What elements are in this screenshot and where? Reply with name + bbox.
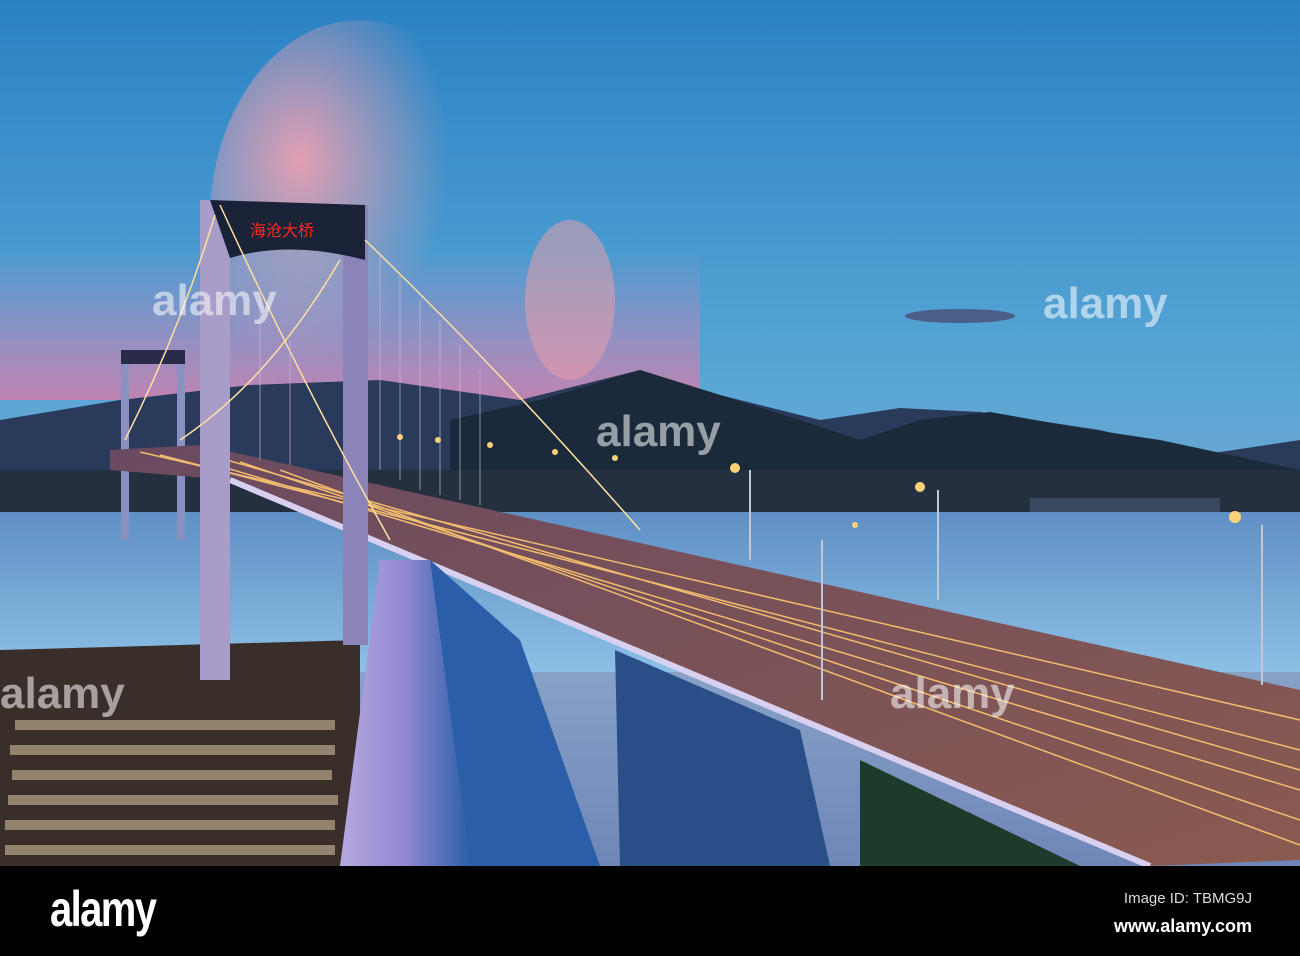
svg-text:alamy: alamy	[1043, 279, 1168, 328]
website-link[interactable]: www.alamy.com	[1114, 916, 1252, 937]
svg-text:alamy: alamy	[0, 669, 125, 718]
bridge-photo: 海沧大桥 alamy alamy alamy alamy alamy	[0, 0, 1300, 866]
svg-text:alamy: alamy	[152, 276, 277, 325]
image-id: Image ID: TBMG9J	[1123, 890, 1252, 907]
alamy-logo: alamy	[50, 881, 157, 937]
svg-text:alamy: alamy	[890, 669, 1015, 718]
bridge-sign: 海沧大桥	[250, 221, 314, 240]
svg-text:alamy: alamy	[596, 407, 721, 456]
footer-bar: alamy Image ID: TBMG9J www.alamy.com	[0, 866, 1300, 956]
